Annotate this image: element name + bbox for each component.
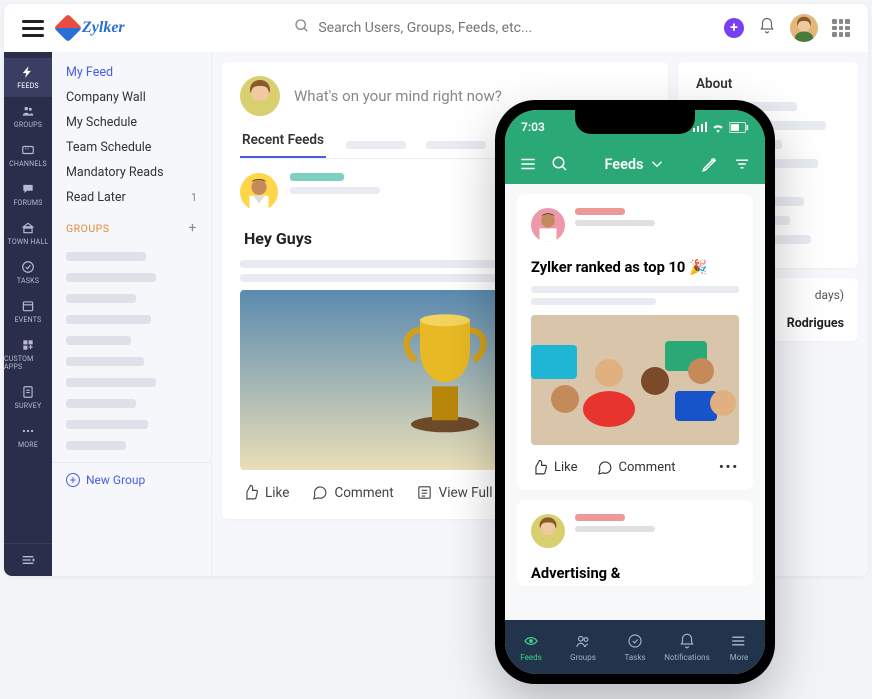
groups-section-header: GROUPS + bbox=[52, 210, 211, 240]
mobile-post-avatar[interactable] bbox=[531, 514, 565, 548]
mobile-header-title[interactable]: Feeds bbox=[604, 155, 665, 173]
subnav-item-company-wall[interactable]: Company Wall bbox=[52, 85, 211, 110]
mobile-post-image[interactable] bbox=[531, 315, 739, 445]
mobile-post-title: Advertising & bbox=[531, 564, 739, 582]
mobile-filter-icon[interactable] bbox=[733, 155, 751, 173]
rail-item-channels[interactable]: Channels bbox=[4, 136, 52, 175]
left-rail: FeedsGroupsChannelsForumsTown HallTasksE… bbox=[4, 52, 52, 576]
wifi-icon bbox=[711, 121, 725, 133]
composer-placeholder: What's on your mind right now? bbox=[294, 87, 502, 105]
tab-placeholder bbox=[346, 141, 406, 149]
device-notch bbox=[575, 110, 695, 134]
brand-name: Zylker bbox=[82, 19, 125, 37]
trophy-icon bbox=[390, 306, 500, 440]
mobile-nav-tasks[interactable]: Tasks bbox=[609, 620, 661, 674]
comment-button[interactable]: Comment bbox=[311, 484, 393, 501]
sub-navigation: My FeedCompany WallMy ScheduleTeam Sched… bbox=[52, 52, 212, 576]
mobile-nav-feeds[interactable]: Feeds bbox=[505, 620, 557, 674]
battery-icon bbox=[729, 122, 749, 133]
mobile-nav-notifications[interactable]: Notifications bbox=[661, 620, 713, 674]
current-user-avatar[interactable] bbox=[790, 14, 818, 42]
composer-avatar bbox=[240, 76, 280, 116]
groups-section-label: GROUPS bbox=[66, 222, 110, 235]
mobile-feed-body[interactable]: Zylker ranked as top 10 🎉 bbox=[505, 184, 765, 620]
subnav-item-my-schedule[interactable]: My Schedule bbox=[52, 110, 211, 135]
new-group-button[interactable]: + New Group bbox=[52, 462, 211, 497]
mobile-like-button[interactable]: Like bbox=[531, 459, 578, 476]
search-icon bbox=[294, 18, 310, 38]
mobile-post-avatar[interactable] bbox=[531, 208, 565, 242]
mobile-post-card: Zylker ranked as top 10 🎉 bbox=[517, 194, 753, 490]
app-launcher-button[interactable] bbox=[832, 19, 850, 37]
subnav-item-read-later[interactable]: Read Later1 bbox=[52, 185, 211, 210]
rail-item-tasks[interactable]: Tasks bbox=[4, 253, 52, 292]
notifications-button[interactable] bbox=[758, 17, 776, 39]
topbar: Zylker + bbox=[4, 4, 868, 52]
tab-placeholder bbox=[426, 141, 486, 149]
rail-item-groups[interactable]: Groups bbox=[4, 97, 52, 136]
mobile-nav-groups[interactable]: Groups bbox=[557, 620, 609, 674]
rail-item-forums[interactable]: Forums bbox=[4, 175, 52, 214]
mobile-header: Feeds bbox=[505, 144, 765, 184]
mobile-nav-more[interactable]: More bbox=[713, 620, 765, 674]
rail-item-townhall[interactable]: Town Hall bbox=[4, 214, 52, 253]
about-heading: About bbox=[696, 76, 840, 92]
subnav-item-team-schedule[interactable]: Team Schedule bbox=[52, 135, 211, 160]
mobile-menu-icon[interactable] bbox=[519, 155, 537, 173]
menu-toggle-button[interactable] bbox=[22, 20, 44, 37]
rail-collapse-button[interactable] bbox=[4, 543, 52, 576]
create-button[interactable]: + bbox=[724, 18, 744, 38]
new-group-label: New Group bbox=[86, 473, 145, 487]
mobile-screen: 7:03 Feeds bbox=[505, 110, 765, 674]
chevron-down-icon bbox=[648, 155, 666, 173]
tab-recent-feeds[interactable]: Recent Feeds bbox=[240, 132, 326, 158]
add-group-icon[interactable]: + bbox=[189, 220, 197, 236]
rail-item-events[interactable]: Events bbox=[4, 292, 52, 331]
rail-item-survey[interactable]: Survey bbox=[4, 378, 52, 417]
rail-item-customapps[interactable]: Custom Apps bbox=[4, 331, 52, 378]
topbar-actions: + bbox=[724, 14, 850, 42]
mobile-clock: 7:03 bbox=[521, 120, 545, 134]
mobile-search-icon[interactable] bbox=[551, 155, 569, 173]
mobile-device-frame: 7:03 Feeds bbox=[495, 100, 775, 684]
mobile-post-title: Zylker ranked as top 10 🎉 bbox=[531, 258, 739, 276]
rail-item-feeds[interactable]: Feeds bbox=[4, 58, 52, 97]
like-button[interactable]: Like bbox=[242, 484, 289, 501]
mobile-post-card: Advertising & bbox=[517, 500, 753, 586]
signal-icon bbox=[693, 122, 708, 132]
logo-mark-icon bbox=[54, 14, 82, 42]
mobile-comment-button[interactable]: Comment bbox=[596, 459, 676, 476]
mobile-post-more-button[interactable]: ••• bbox=[719, 460, 739, 475]
global-search[interactable] bbox=[294, 18, 554, 38]
search-input[interactable] bbox=[318, 20, 554, 36]
subnav-item-my-feed[interactable]: My Feed bbox=[52, 60, 211, 85]
brand-logo[interactable]: Zylker bbox=[58, 18, 125, 38]
subnav-item-mandatory-reads[interactable]: Mandatory Reads bbox=[52, 160, 211, 185]
mobile-post-actions: Like Comment ••• bbox=[531, 445, 739, 476]
compose-icon[interactable] bbox=[701, 155, 719, 173]
rail-item-more[interactable]: More bbox=[4, 417, 52, 456]
post-author-avatar[interactable] bbox=[240, 173, 278, 211]
mobile-bottom-nav: FeedsGroupsTasksNotificationsMore bbox=[505, 620, 765, 674]
